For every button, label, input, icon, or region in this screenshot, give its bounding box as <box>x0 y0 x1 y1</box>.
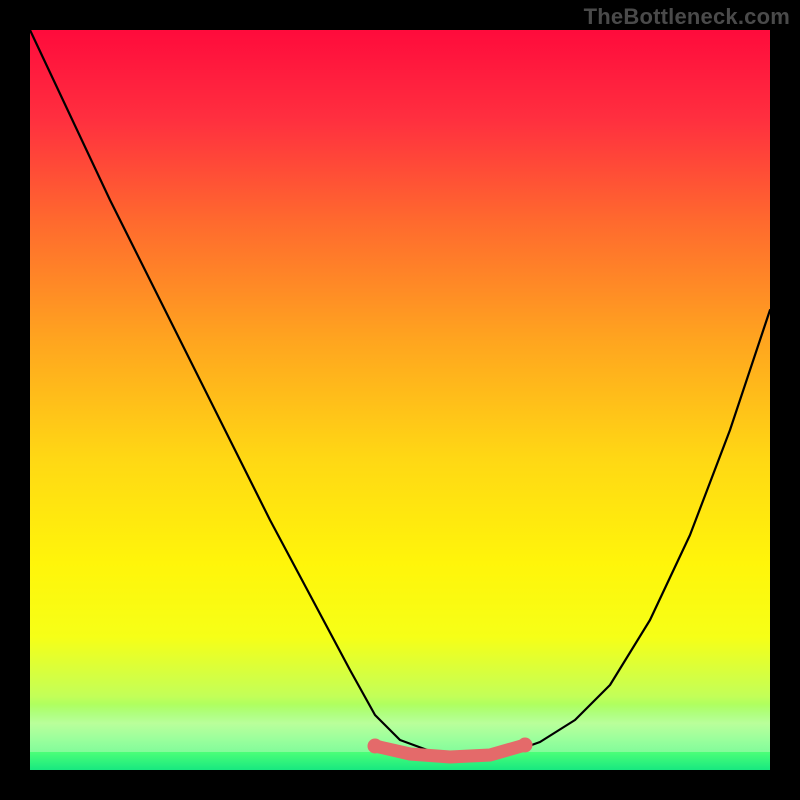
valley-highlight-dot <box>518 738 533 753</box>
plot-area <box>30 30 770 770</box>
chart-container: TheBottleneck.com <box>0 0 800 800</box>
curve-layer <box>30 30 770 770</box>
watermark-label: TheBottleneck.com <box>584 4 790 30</box>
bottleneck-curve <box>30 30 770 754</box>
valley-highlight <box>375 745 525 757</box>
valley-highlight-dot <box>368 739 383 754</box>
